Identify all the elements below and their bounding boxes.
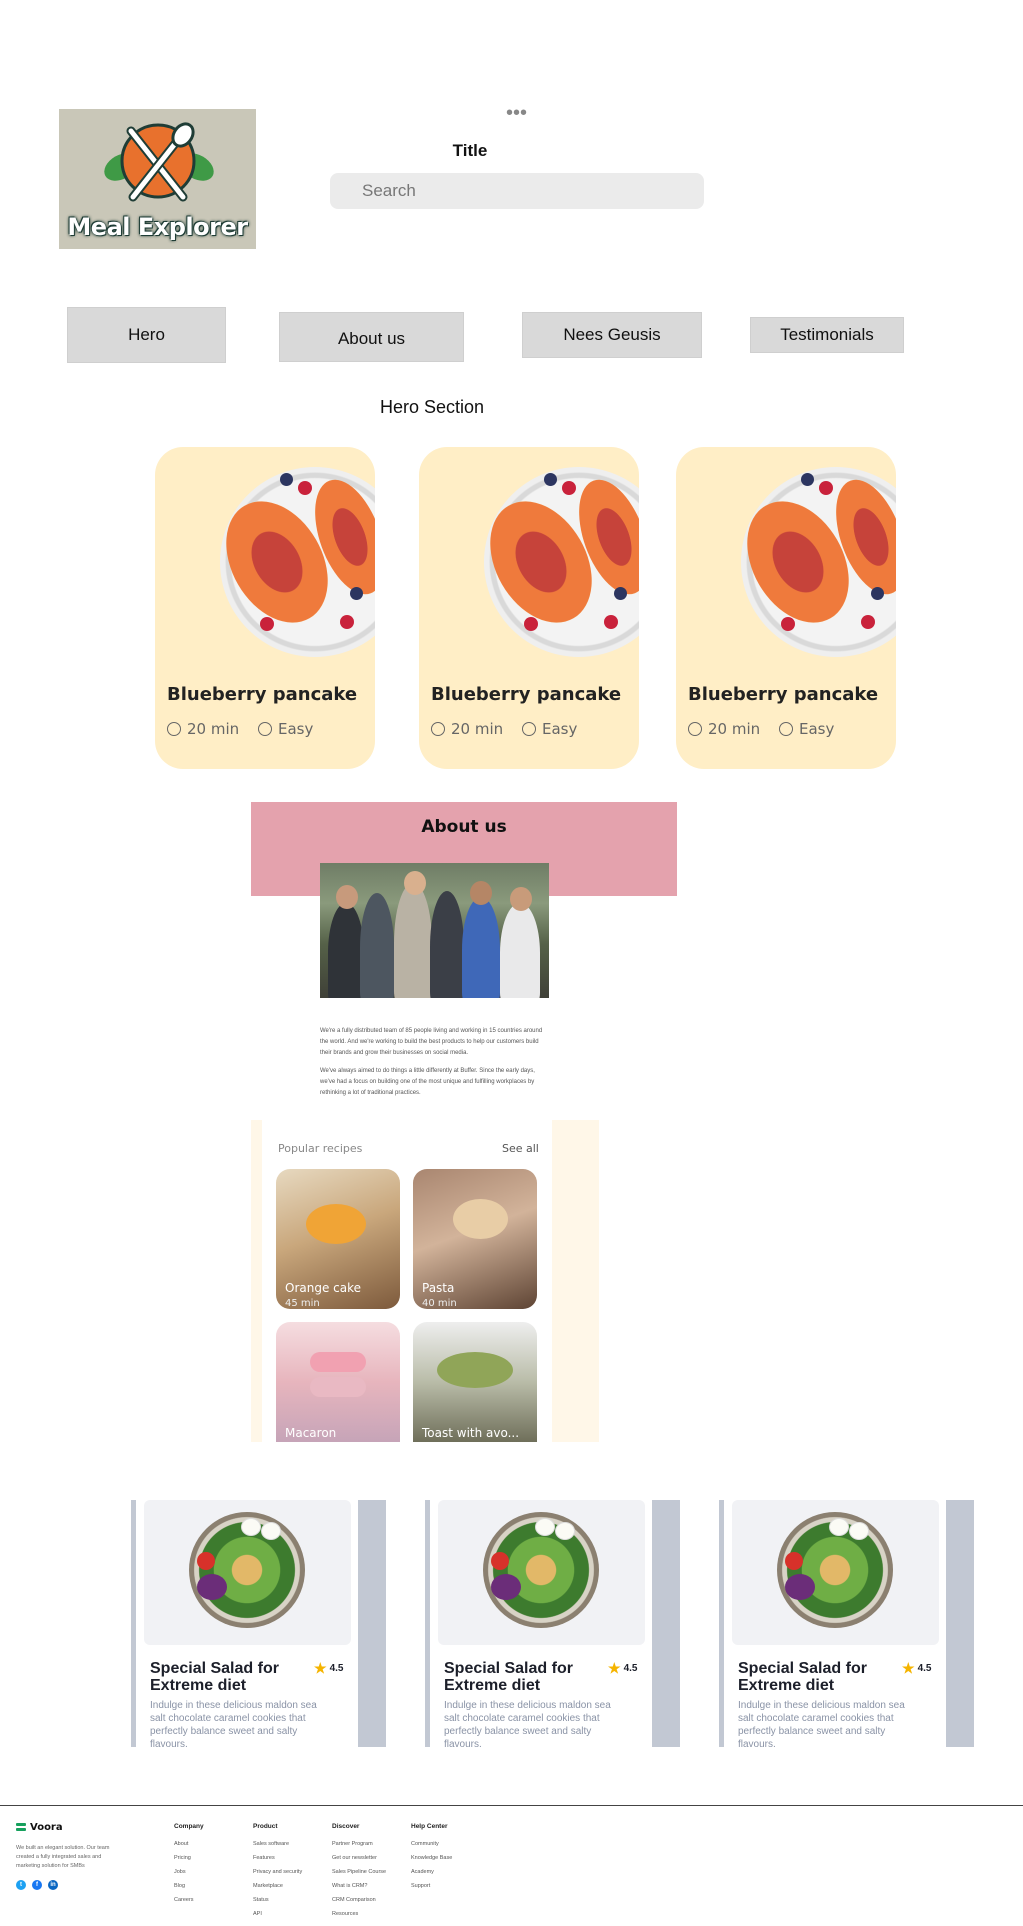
footer-divider — [0, 1805, 1023, 1806]
recipe-title: Blueberry pancake — [167, 684, 358, 705]
footer-link[interactable]: Get our newsletter — [332, 1855, 377, 1861]
recipe-name: Pasta — [422, 1281, 455, 1295]
recipe-name: Toast with avo... — [422, 1426, 520, 1440]
footer-link[interactable]: Academy — [411, 1869, 434, 1875]
voora-logo-icon — [16, 1823, 26, 1832]
salad-image — [144, 1500, 351, 1645]
popular-recipe-card[interactable]: Pasta 40 min — [413, 1169, 537, 1309]
footer-link[interactable]: Knowledge Base — [411, 1855, 452, 1861]
rating: ★ 4.5 — [902, 1660, 932, 1676]
food-image — [469, 467, 639, 657]
chef-hat-icon — [779, 722, 793, 736]
footer-link[interactable]: Partner Program — [332, 1841, 373, 1847]
nav-testimonials-button[interactable]: Testimonials — [750, 317, 904, 353]
salad-title: Special Salad for Extreme diet — [738, 1660, 867, 1694]
clock-icon — [688, 722, 702, 736]
linkedin-icon[interactable]: in — [48, 1880, 58, 1890]
chef-hat-icon — [522, 722, 536, 736]
star-icon: ★ — [314, 1660, 327, 1676]
see-all-link[interactable]: See all — [502, 1142, 539, 1155]
logo-text: Meal Explorer — [67, 213, 248, 241]
salad-card[interactable]: Special Salad for Extreme diet ★ 4.5 Indu… — [136, 1500, 358, 1750]
footer-link[interactable]: Sales Pipeline Course — [332, 1869, 386, 1875]
more-options-icon[interactable]: ••• — [506, 103, 527, 123]
footer-link[interactable]: Jobs — [174, 1869, 186, 1875]
footer-link[interactable]: Marketplace — [253, 1883, 283, 1889]
footer-column-title: Product — [253, 1823, 278, 1830]
footer-description: We built an elegant solution. Our team c… — [16, 1845, 110, 1869]
chef-hat-icon — [258, 722, 272, 736]
footer-link[interactable]: Pricing — [174, 1855, 191, 1861]
salad-description: Indulge in these delicious maldon sea sa… — [444, 1700, 611, 1750]
footer-link[interactable]: What is CRM? — [332, 1883, 367, 1889]
rating: ★ 4.5 — [314, 1660, 344, 1676]
footer-link[interactable]: Resources — [332, 1911, 358, 1917]
footer-link[interactable]: Support — [411, 1883, 430, 1889]
rating: ★ 4.5 — [608, 1660, 638, 1676]
salad-title: Special Salad for Extreme diet — [150, 1660, 279, 1694]
facebook-icon[interactable]: f — [32, 1880, 42, 1890]
footer-column-title: Discover — [332, 1823, 360, 1830]
popular-recipe-card[interactable]: Orange cake 45 min — [276, 1169, 400, 1309]
footer-brand[interactable]: Voora — [16, 1822, 63, 1833]
brand-name: Voora — [30, 1822, 63, 1833]
recipe-name: Macaron — [285, 1426, 337, 1440]
recipe-title: Blueberry pancake — [688, 684, 879, 705]
popular-recipe-card[interactable]: Toast with avo... — [413, 1322, 537, 1442]
hero-section-label: Hero Section — [380, 397, 485, 417]
footer-link[interactable]: Sales software — [253, 1841, 289, 1847]
site-logo[interactable]: Meal Explorer — [59, 109, 256, 249]
footer-link[interactable]: Careers — [174, 1897, 194, 1903]
salad-description: Indulge in these delicious maldon sea sa… — [738, 1700, 905, 1750]
page-title: Title — [452, 141, 488, 160]
footer-column-title: Help Center — [411, 1823, 448, 1830]
footer-link[interactable]: Privacy and security — [253, 1869, 302, 1875]
salad-description: Indulge in these delicious maldon sea sa… — [150, 1700, 317, 1750]
recipe-time: 40 min — [422, 1298, 457, 1309]
footer-column-title: Company — [174, 1823, 204, 1830]
nav-hero-button[interactable]: Hero — [67, 307, 226, 363]
footer-link[interactable]: API — [253, 1911, 262, 1917]
star-icon: ★ — [608, 1660, 621, 1676]
recipe-difficulty: Easy — [258, 720, 313, 738]
recipe-time: 45 min — [285, 1298, 320, 1309]
salad-image — [732, 1500, 939, 1645]
star-icon: ★ — [902, 1660, 915, 1676]
footer-link[interactable]: Status — [253, 1897, 269, 1903]
recipe-time: 20 min — [431, 720, 503, 738]
clock-icon — [431, 722, 445, 736]
salad-card[interactable]: Special Salad for Extreme diet ★ 4.5 Indu… — [724, 1500, 946, 1750]
about-title: About us — [421, 817, 507, 837]
footer-link[interactable]: About — [174, 1841, 188, 1847]
recipe-difficulty: Easy — [779, 720, 834, 738]
clock-icon — [167, 722, 181, 736]
recipe-card[interactable]: Blueberry pancake 20 min Easy — [155, 447, 375, 769]
food-image — [205, 467, 375, 657]
team-photo — [320, 863, 549, 998]
salad-image — [438, 1500, 645, 1645]
footer-link[interactable]: Blog — [174, 1883, 185, 1889]
recipe-time: 20 min — [167, 720, 239, 738]
recipe-time: 20 min — [688, 720, 760, 738]
nav-about-button[interactable]: About us — [279, 312, 464, 362]
footer-link[interactable]: Community — [411, 1841, 439, 1847]
salad-title: Special Salad for Extreme diet — [444, 1660, 573, 1694]
food-image — [726, 467, 896, 657]
recipe-name: Orange cake — [285, 1281, 362, 1295]
recipe-title: Blueberry pancake — [431, 684, 622, 705]
about-paragraph: We're a fully distributed team of 85 peo… — [320, 1028, 543, 1056]
search-input[interactable] — [330, 173, 704, 209]
about-paragraph: We've always aimed to do things a little… — [320, 1068, 535, 1096]
footer-link[interactable]: Features — [253, 1855, 275, 1861]
salad-card[interactable]: Special Salad for Extreme diet ★ 4.5 Indu… — [430, 1500, 652, 1750]
nav-nees-geusis-button[interactable]: Nees Geusis — [522, 312, 702, 358]
recipe-card[interactable]: Blueberry pancake 20 min Easy — [676, 447, 896, 769]
footer-link[interactable]: CRM Comparison — [332, 1897, 376, 1903]
twitter-icon[interactable]: t — [16, 1880, 26, 1890]
recipe-card[interactable]: Blueberry pancake 20 min Easy — [419, 447, 639, 769]
recipe-difficulty: Easy — [522, 720, 577, 738]
popular-recipe-card[interactable]: Macaron — [276, 1322, 400, 1442]
popular-heading: Popular recipes — [278, 1142, 363, 1155]
